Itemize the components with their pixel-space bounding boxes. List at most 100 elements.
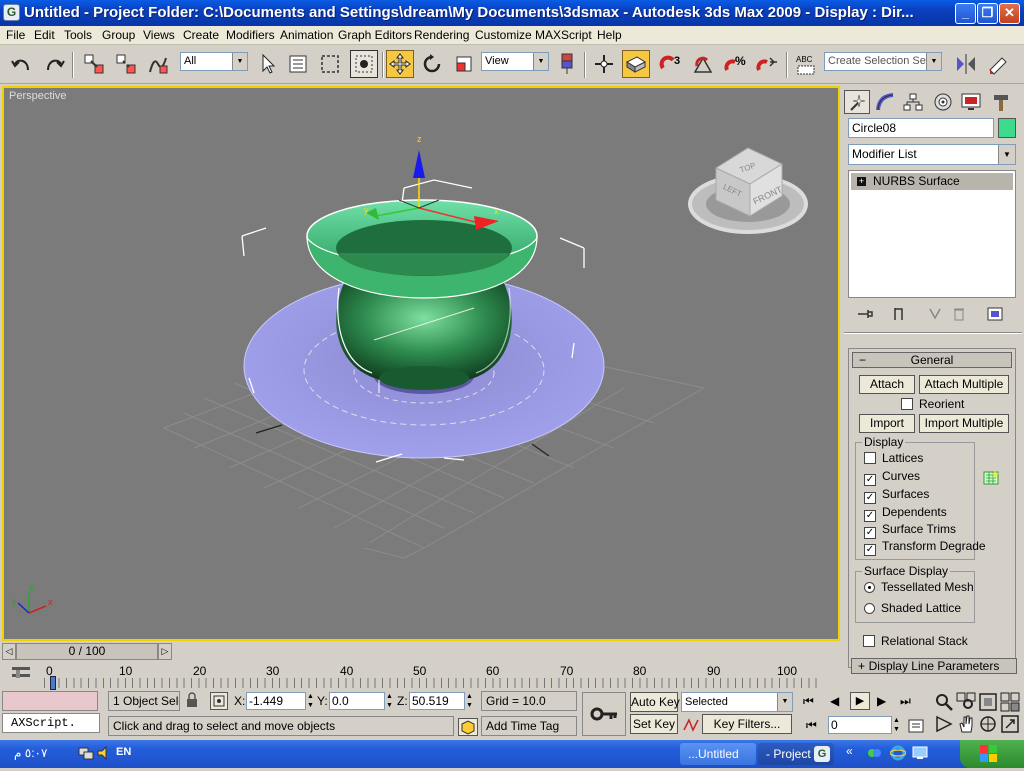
modify-tab[interactable] bbox=[872, 90, 898, 114]
select-and-manipulate-button[interactable] bbox=[590, 50, 618, 78]
perspective-viewport[interactable]: Perspective z y x TOP LEFT FRONT z y x bbox=[2, 86, 840, 641]
z-spinner[interactable]: ▲ ▼ bbox=[466, 692, 475, 710]
zoom-all-button[interactable] bbox=[956, 692, 976, 715]
close-button[interactable]: ✕ bbox=[999, 3, 1020, 24]
field-of-view-button[interactable] bbox=[934, 714, 954, 737]
configure-modifier-sets-button[interactable] bbox=[984, 304, 1006, 324]
add-time-tag[interactable]: Add Time Tag bbox=[481, 716, 577, 736]
quick-launch-internet-explorer[interactable] bbox=[889, 745, 907, 761]
maximize-button[interactable]: ❐ bbox=[977, 3, 998, 24]
mirror-button[interactable] bbox=[952, 50, 980, 78]
import-multiple-button[interactable]: Import Multiple bbox=[919, 414, 1009, 433]
lattices-checkbox[interactable]: Lattices bbox=[864, 451, 923, 465]
expand-plus-icon[interactable]: + bbox=[857, 177, 866, 186]
make-unique-button[interactable] bbox=[924, 304, 946, 324]
next-frame-button[interactable]: ▶ bbox=[877, 694, 886, 708]
menu-maxscript[interactable]: MAXScript bbox=[535, 28, 592, 42]
time-slider-prev[interactable]: ◁ bbox=[2, 643, 16, 660]
menu-views[interactable]: Views bbox=[143, 28, 175, 42]
surface-trims-checkbox[interactable]: ✓ Surface Trims bbox=[864, 522, 956, 539]
select-and-rotate-button[interactable] bbox=[418, 50, 446, 78]
menu-group[interactable]: Group bbox=[102, 28, 135, 42]
key-filters-button[interactable]: Key Filters... bbox=[702, 714, 792, 734]
set-key-mode-button[interactable] bbox=[582, 692, 626, 736]
pin-stack-button[interactable] bbox=[854, 304, 876, 324]
percent-snap-button[interactable]: % bbox=[722, 50, 750, 78]
minimize-button[interactable]: _ bbox=[955, 3, 976, 24]
menu-create[interactable]: Create bbox=[183, 28, 219, 42]
display-tab[interactable] bbox=[958, 90, 984, 114]
maxscript-listener-input[interactable]: AXScript. bbox=[2, 713, 100, 733]
key-mode-toggle-button[interactable]: ⏮ bbox=[806, 718, 817, 733]
snaps-toggle-button[interactable]: 3 bbox=[658, 50, 686, 78]
hierarchy-tab[interactable] bbox=[900, 90, 926, 114]
unlink-selection-button[interactable] bbox=[112, 50, 140, 78]
lock-selection-button[interactable] bbox=[185, 692, 199, 710]
system-clock[interactable]: ٥:٠٧ م bbox=[14, 746, 47, 760]
input-language-indicator[interactable]: EN bbox=[116, 746, 131, 758]
stack-item-nurbs-surface[interactable]: + NURBS Surface bbox=[851, 173, 1013, 190]
y-coord-input[interactable]: 0.0 bbox=[329, 692, 385, 710]
motion-tab[interactable] bbox=[930, 90, 956, 114]
curves-checkbox[interactable]: ✓ Curves bbox=[864, 469, 920, 486]
menu-file[interactable]: File bbox=[6, 28, 25, 42]
previous-frame-button[interactable]: ◀ bbox=[830, 694, 839, 708]
nurbs-creation-toolbox-button[interactable] bbox=[983, 469, 1001, 490]
default-in-out-tangents-button[interactable] bbox=[682, 716, 700, 734]
auto-key-button[interactable]: Auto Key bbox=[630, 692, 680, 712]
surfaces-checkbox[interactable]: ✓ Surfaces bbox=[864, 487, 929, 504]
current-frame-marker[interactable] bbox=[50, 676, 56, 690]
keyboard-shortcut-override-button[interactable] bbox=[622, 50, 650, 78]
menu-help[interactable]: Help bbox=[597, 28, 622, 42]
show-end-result-button[interactable] bbox=[888, 304, 910, 324]
menu-tools[interactable]: Tools bbox=[64, 28, 92, 42]
zoom-extents-button[interactable] bbox=[978, 692, 998, 715]
reference-coordinate-dropdown[interactable]: View ▼ bbox=[481, 52, 549, 71]
align-button[interactable] bbox=[984, 50, 1012, 78]
shaded-lattice-radio[interactable]: Shaded Lattice bbox=[864, 601, 961, 615]
remove-modifier-button[interactable] bbox=[948, 304, 970, 324]
undo-button[interactable] bbox=[8, 50, 36, 78]
time-configuration-button[interactable] bbox=[907, 717, 925, 735]
import-button[interactable]: Import bbox=[859, 414, 915, 433]
x-spinner[interactable]: ▲ ▼ bbox=[307, 692, 316, 710]
create-tab[interactable] bbox=[844, 90, 870, 114]
tray-network-icon[interactable] bbox=[78, 745, 94, 761]
track-bar[interactable]: 0 10 20 30 40 50 60 70 80 90 100 bbox=[0, 662, 842, 690]
quick-launch-messenger[interactable] bbox=[866, 745, 882, 761]
go-to-end-button[interactable]: ⏭ bbox=[900, 694, 911, 709]
quick-launch-chevron-icon[interactable]: « bbox=[846, 744, 853, 758]
y-spinner[interactable]: ▲ ▼ bbox=[386, 692, 395, 710]
menu-customize[interactable]: Customize bbox=[475, 28, 532, 42]
time-tag-button[interactable] bbox=[458, 718, 478, 736]
key-mode-dropdown[interactable]: Selected ▼ bbox=[681, 692, 793, 712]
select-and-link-button[interactable] bbox=[80, 50, 108, 78]
bind-to-space-warp-button[interactable] bbox=[144, 50, 172, 78]
start-button[interactable] bbox=[960, 740, 1024, 768]
select-object-button[interactable] bbox=[254, 50, 282, 78]
app-icon[interactable]: G bbox=[3, 4, 20, 21]
edit-named-selection-button[interactable]: ABC bbox=[792, 50, 820, 78]
z-coord-input[interactable]: 50.519 bbox=[409, 692, 465, 710]
viewcube[interactable]: TOP LEFT FRONT bbox=[688, 147, 808, 234]
pivot-center-button[interactable] bbox=[553, 50, 581, 78]
taskbar-project-window[interactable]: - Project F G bbox=[758, 743, 834, 765]
tray-volume-icon[interactable] bbox=[96, 745, 112, 761]
taskbar-untitled-window[interactable]: ...Untitled bbox=[680, 743, 756, 765]
current-frame-input[interactable]: 0 bbox=[828, 716, 892, 734]
general-rollout-header[interactable]: − General bbox=[852, 352, 1012, 368]
open-mini-curve-editor-button[interactable] bbox=[10, 664, 32, 687]
time-slider-next[interactable]: ▷ bbox=[158, 643, 172, 660]
angle-snap-button[interactable] bbox=[690, 50, 718, 78]
tessellated-mesh-radio[interactable]: Tessellated Mesh bbox=[864, 580, 974, 594]
window-crossing-button[interactable] bbox=[350, 50, 378, 78]
zoom-button[interactable] bbox=[934, 692, 954, 715]
menu-edit[interactable]: Edit bbox=[34, 28, 55, 42]
rectangular-selection-button[interactable] bbox=[316, 50, 344, 78]
spinner-snap-button[interactable] bbox=[754, 50, 782, 78]
zoom-extents-all-button[interactable] bbox=[1000, 692, 1020, 715]
dependents-checkbox[interactable]: ✓ Dependents bbox=[864, 505, 947, 522]
frame-spinner[interactable]: ▲ ▼ bbox=[893, 716, 902, 734]
modifier-list-dropdown[interactable]: Modifier List ▼ bbox=[848, 144, 1016, 165]
set-key-button[interactable]: Set Key bbox=[630, 714, 678, 734]
